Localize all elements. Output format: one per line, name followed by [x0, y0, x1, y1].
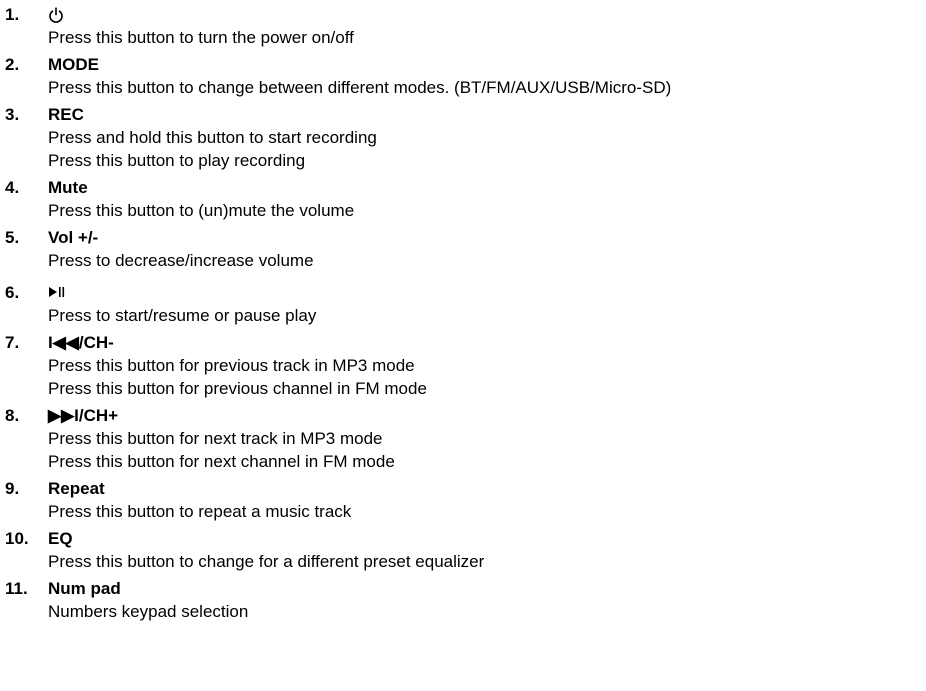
item-number: 9.	[5, 479, 20, 498]
item-description: Press this button for next track in MP3 …	[48, 429, 383, 448]
item-title: Repeat	[48, 479, 105, 498]
list-item: 9. Repeat Press this button to repeat a …	[0, 477, 926, 523]
power-icon	[49, 7, 63, 23]
item-description: Press this button for previous channel i…	[48, 379, 427, 398]
item-title: ▶▶I/CH+	[48, 406, 119, 425]
item-number: 4.	[5, 178, 20, 197]
item-description: Numbers keypad selection	[48, 602, 249, 621]
item-number: 7.	[5, 333, 20, 352]
list-item: 8. ▶▶I/CH+ Press this button for next tr…	[0, 404, 926, 473]
list-item: 1. Press this button to turn the power o…	[0, 3, 926, 49]
item-title: Mute	[48, 178, 88, 197]
item-number: 2.	[5, 55, 20, 74]
item-title: Num pad	[48, 579, 121, 598]
button-function-list: 1. Press this button to turn the power o…	[0, 0, 926, 691]
item-number: 1.	[5, 5, 20, 24]
item-number: 11.	[5, 579, 28, 598]
item-description: Press this button to change between diff…	[48, 78, 672, 97]
item-description: Press this button to turn the power on/o…	[48, 28, 354, 47]
list-item: 6. Press to start/resume or pause play	[0, 281, 926, 327]
item-description: Press this button to change for a differ…	[48, 552, 485, 571]
item-title: I◀◀/CH-	[48, 333, 114, 352]
play-pause-icon	[49, 287, 65, 297]
list-item: 5. Vol +/- Press to decrease/increase vo…	[0, 226, 926, 272]
list-item: 2. MODE Press this button to change betw…	[0, 53, 926, 99]
item-number: 3.	[5, 105, 20, 124]
item-description: Press to start/resume or pause play	[48, 306, 317, 325]
item-description: Press this button for next channel in FM…	[48, 452, 395, 471]
item-title: REC	[48, 105, 84, 124]
item-description: Press this button to (un)mute the volume	[48, 201, 355, 220]
item-number: 6.	[5, 283, 20, 302]
list-item: 3. REC Press and hold this button to sta…	[0, 103, 926, 172]
item-number: 10.	[5, 529, 29, 548]
list-item: 7. I◀◀/CH- Press this button for previou…	[0, 331, 926, 400]
item-description: Press to decrease/increase volume	[48, 251, 314, 270]
item-number: 8.	[5, 406, 20, 425]
list-item: 4. Mute Press this button to (un)mute th…	[0, 176, 926, 222]
item-number: 5.	[5, 228, 20, 247]
item-title: Vol +/-	[48, 228, 99, 247]
item-description: Press this button for previous track in …	[48, 356, 415, 375]
item-title: EQ	[48, 529, 73, 548]
item-title: MODE	[48, 55, 99, 74]
list-item: 11. Num pad Numbers keypad selection	[0, 577, 926, 623]
item-description: Press this button to repeat a music trac…	[48, 502, 352, 521]
item-description: Press and hold this button to start reco…	[48, 128, 377, 147]
list-item: 10. EQ Press this button to change for a…	[0, 527, 926, 573]
item-description: Press this button to play recording	[48, 151, 306, 170]
